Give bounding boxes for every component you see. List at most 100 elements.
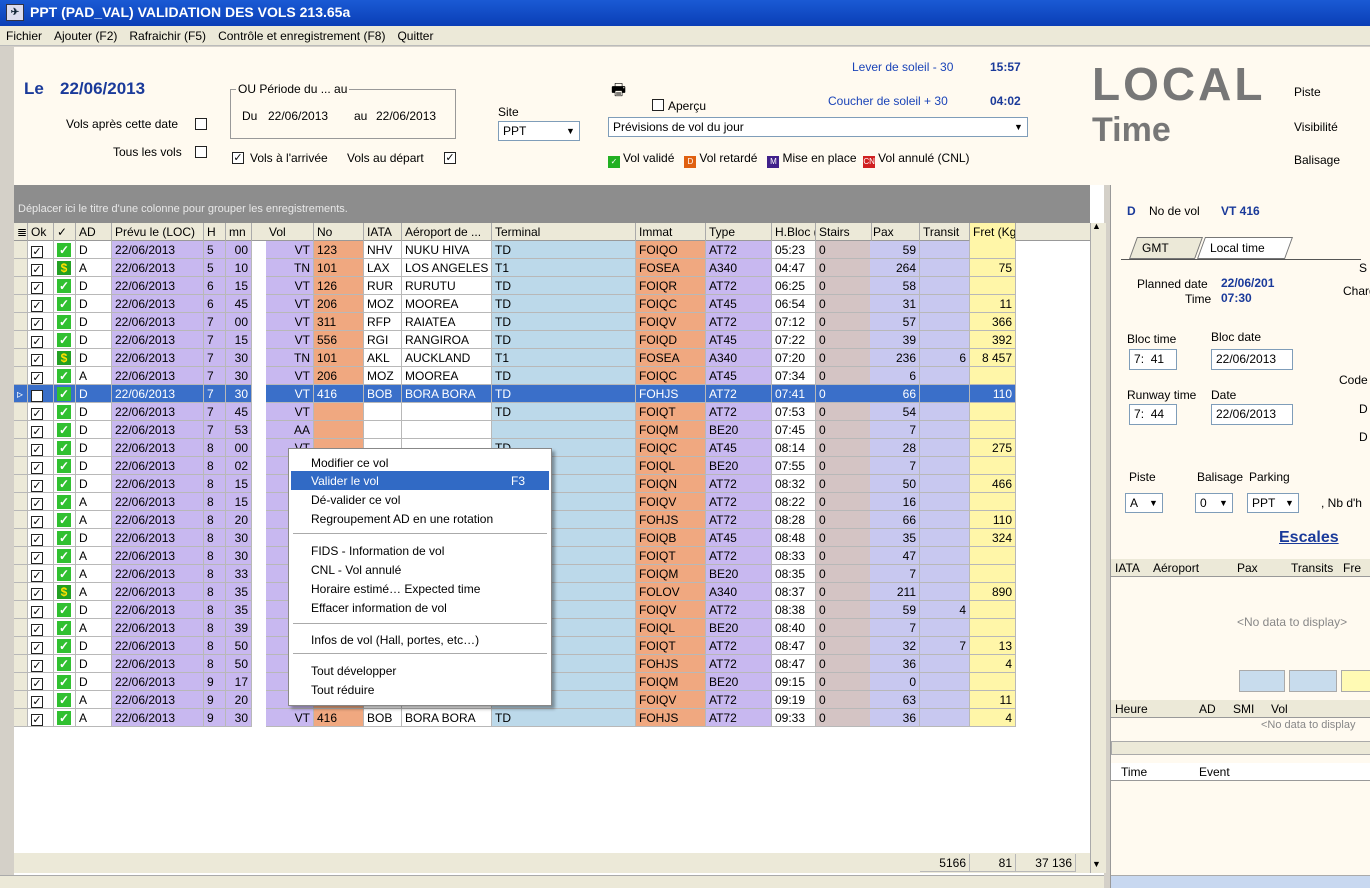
ok-checkbox[interactable]: ✓ xyxy=(28,475,54,493)
menu-item-0[interactable]: Modifier ce vol xyxy=(291,453,549,472)
row-indicator[interactable] xyxy=(14,691,28,709)
ok-checkbox[interactable]: ✓ xyxy=(28,601,54,619)
ok-checkbox[interactable]: ✓ xyxy=(28,529,54,547)
col-header-h[interactable]: H xyxy=(204,223,226,241)
table-row[interactable]: ✓✓D22/06/2013917AACHARTEFPPTTAHITI (FAAA… xyxy=(14,673,1090,691)
ok-checkbox[interactable]: ✓ xyxy=(28,241,54,259)
col-header-transit[interactable]: Transit xyxy=(920,223,970,241)
menu-item-3[interactable]: Regroupement AD en une rotation xyxy=(291,509,549,528)
row-indicator[interactable] xyxy=(14,349,28,367)
table-row[interactable]: ✓✓A22/06/2013833AAFOIQMBE2008:3507 xyxy=(14,565,1090,583)
row-indicator[interactable] xyxy=(14,277,28,295)
bloc-time-field[interactable]: 7: 41 xyxy=(1129,349,1177,370)
bloc-date-field[interactable]: 22/06/2013 xyxy=(1211,349,1293,370)
col-header-hbloc[interactable]: H.Bloc (L xyxy=(772,223,816,241)
col-header-vol[interactable]: Vol xyxy=(266,223,314,241)
col-header-type[interactable]: Type xyxy=(706,223,772,241)
menu-controle[interactable]: Contrôle et enregistrement (F8) xyxy=(212,26,391,43)
vols-depart-checkbox[interactable]: ✓ xyxy=(444,152,456,164)
ok-checkbox[interactable]: ✓ xyxy=(28,277,54,295)
ok-checkbox[interactable]: ✓ xyxy=(28,583,54,601)
ok-checkbox[interactable]: ✓ xyxy=(28,691,54,709)
ok-checkbox[interactable]: ✓ xyxy=(28,331,54,349)
row-indicator[interactable] xyxy=(14,295,28,313)
prevision-select[interactable]: Prévisions de vol du jour ▼ xyxy=(608,117,1028,137)
col-header-fret[interactable]: Fret (Kg) xyxy=(970,223,1016,241)
row-indicator[interactable] xyxy=(14,709,28,727)
escales-button-1[interactable] xyxy=(1239,670,1285,692)
menu-item-2[interactable]: Dé-valider ce vol xyxy=(291,490,549,509)
row-indicator[interactable] xyxy=(14,241,28,259)
row-indicator[interactable] xyxy=(14,403,28,421)
ok-checkbox[interactable]: ✓ xyxy=(28,403,54,421)
table-row[interactable]: ✓ ✓ A 22/06/2013 9 30 VT 416 BOB BORA BORA TD FOHJS… xyxy=(14,709,1090,727)
vols-arrivee-checkbox[interactable]: ✓ xyxy=(232,152,244,164)
menu-item-7[interactable]: Effacer information de vol xyxy=(291,598,549,617)
row-indicator[interactable] xyxy=(14,673,28,691)
row-indicator[interactable] xyxy=(14,565,28,583)
site-select[interactable]: PPT ▼ xyxy=(498,121,580,141)
table-row[interactable]: ✓✓D22/06/2013850VT374PPTTAHITI (FAAA)FOI… xyxy=(14,637,1090,655)
table-row[interactable]: ✓✓A22/06/2013830VTFOIQTAT7208:33047 xyxy=(14,547,1090,565)
table-row[interactable]: ✓ ✓ D 22/06/2013 7 53 AA FOIQM BE20 07:45 0 7 xyxy=(14,421,1090,439)
ok-checkbox[interactable]: ✓ xyxy=(28,709,54,727)
col-header-terminal[interactable]: Terminal xyxy=(492,223,636,241)
table-row[interactable]: ✓✓D22/06/2013830VTTDFOIQBAT4508:48035324 xyxy=(14,529,1090,547)
grid-horizontal-scrollbar[interactable] xyxy=(0,875,1104,888)
table-row[interactable]: ✓✓A22/06/2013839AACHARTEFPPTTAHITI (FAAA… xyxy=(14,619,1090,637)
col-header-mn[interactable]: mn xyxy=(226,223,252,241)
row-indicator[interactable] xyxy=(14,331,28,349)
ok-checkbox[interactable]: ✓ xyxy=(28,655,54,673)
menu-item-10[interactable]: Tout réduire xyxy=(291,680,549,699)
du-date[interactable]: 22/06/2013 xyxy=(268,109,328,123)
menu-item-5[interactable]: CNL - Vol annulé xyxy=(291,560,549,579)
ok-checkbox[interactable]: ✓ xyxy=(28,295,54,313)
table-row[interactable]: ✓ ✓ D 22/06/2013 7 15 VT 556 RGI RANGIROA TD FOIQD A… xyxy=(14,331,1090,349)
col-header-pax[interactable]: Pax xyxy=(870,223,920,241)
chevron-down-icon[interactable]: ▼ xyxy=(1145,494,1162,512)
chevron-down-icon[interactable]: ▼ xyxy=(562,122,579,140)
menu-item-8[interactable]: Infos de vol (Hall, portes, etc…) xyxy=(291,630,549,649)
col-header-valid[interactable]: ✓ xyxy=(54,223,76,241)
table-row[interactable]: ✓ ✓ A 22/06/2013 7 30 VT 206 MOZ MOOREA TD FOIQC AT4… xyxy=(14,367,1090,385)
col-header-iata[interactable]: IATA xyxy=(364,223,402,241)
row-indicator[interactable] xyxy=(14,601,28,619)
tab-gmt[interactable]: GMT xyxy=(1128,237,1204,259)
vols-apres-checkbox[interactable] xyxy=(195,118,207,130)
apercu-checkbox[interactable] xyxy=(652,99,664,111)
row-indicator[interactable] xyxy=(14,547,28,565)
col-header-no[interactable]: No xyxy=(314,223,364,241)
menu-item-6[interactable]: Horaire estimé… Expected time xyxy=(291,579,549,598)
table-row[interactable]: ✓✓D22/06/2013850VT0416PPTTAHITI (FAAA)FO… xyxy=(14,655,1090,673)
menu-rafraichir[interactable]: Rafraichir (F5) xyxy=(123,26,212,43)
piste-select[interactable]: A ▼ xyxy=(1125,493,1163,513)
menu-item-1[interactable]: Valider le vol F3 xyxy=(291,471,549,490)
row-indicator[interactable] xyxy=(14,619,28,637)
menu-fichier[interactable]: Fichier xyxy=(0,26,48,43)
ok-checkbox[interactable]: ✓ xyxy=(28,259,54,277)
table-row[interactable]: ✓✓D22/06/2013800VTTDFOIQCAT4508:14028275 xyxy=(14,439,1090,457)
row-indicator[interactable] xyxy=(14,259,28,277)
ok-checkbox[interactable]: ✓ xyxy=(28,547,54,565)
col-header-prevu[interactable]: Prévu le (LOC) xyxy=(112,223,204,241)
row-indicator[interactable] xyxy=(14,475,28,493)
ok-checkbox[interactable]: ✓ xyxy=(28,493,54,511)
menu-item-9[interactable]: Tout développer xyxy=(291,661,549,680)
row-indicator[interactable] xyxy=(14,421,28,439)
row-indicator[interactable] xyxy=(14,655,28,673)
row-indicator[interactable] xyxy=(14,529,28,547)
scroll-up-icon[interactable]: ▲ xyxy=(1092,221,1101,231)
escales-button-3[interactable] xyxy=(1341,670,1370,692)
menu-ajouter[interactable]: Ajouter (F2) xyxy=(48,26,123,43)
ok-checkbox[interactable]: ✓ xyxy=(28,565,54,583)
table-row[interactable]: ✓✓A22/06/2013920VT311HUHHUAHINETDFOIQVAT… xyxy=(14,691,1090,709)
table-row[interactable]: ✓ ✓ D 22/06/2013 7 45 VT TD FOIQT AT72 07:53 0 54 xyxy=(14,403,1090,421)
tab-local-time[interactable]: Local time xyxy=(1196,237,1294,259)
ok-checkbox[interactable]: ✓ xyxy=(28,421,54,439)
ok-checkbox[interactable]: ✓ xyxy=(28,439,54,457)
ok-checkbox[interactable]: ✓ xyxy=(28,457,54,475)
row-indicator[interactable] xyxy=(14,583,28,601)
ok-checkbox[interactable]: ✓ xyxy=(28,367,54,385)
menu-item-4[interactable]: FIDS - Information de vol xyxy=(291,541,549,560)
row-indicator[interactable] xyxy=(14,511,28,529)
